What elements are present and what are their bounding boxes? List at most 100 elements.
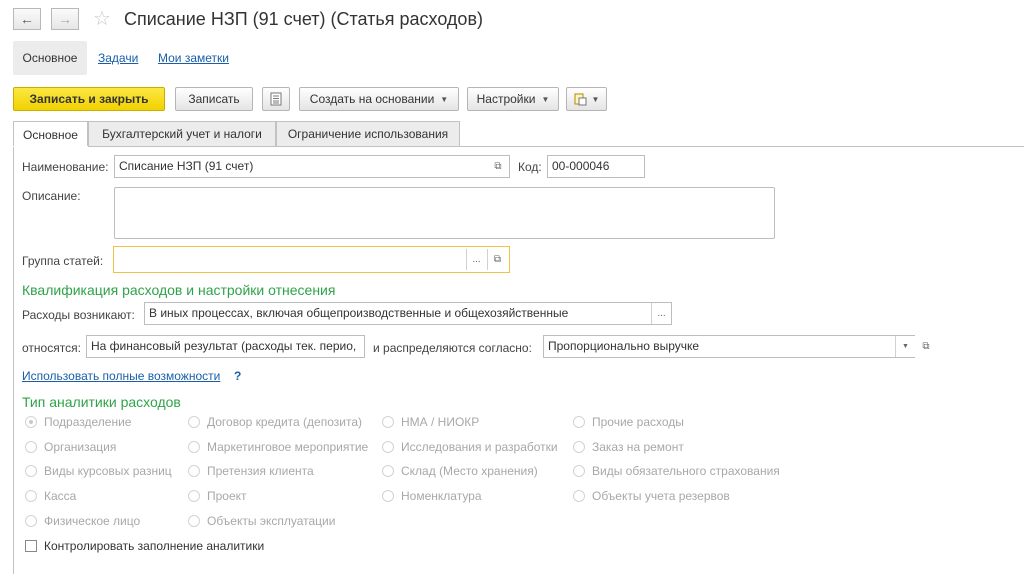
description-field[interactable]	[114, 187, 775, 239]
relate-field[interactable]: На финансовый результат (расходы тек. пе…	[86, 335, 365, 358]
tab-accounting-taxes-label: Бухгалтерский учет и налоги	[102, 127, 262, 141]
distribute-label: и распределяются согласно:	[373, 341, 532, 355]
group-field[interactable]	[113, 246, 510, 273]
distribute-open-button[interactable]: ⧉	[917, 337, 935, 355]
page-title: Списание НЗП (91 счет) (Статья расходов)	[124, 9, 483, 29]
save-label: Записать	[188, 92, 240, 106]
analytics-radio-label: Объекты учета резервов	[592, 489, 730, 503]
group-label: Группа статей:	[22, 254, 104, 268]
analytics-radio-label: Подразделение	[44, 415, 132, 429]
top-tab-main-label: Основное	[22, 51, 78, 65]
analytics-radio-label: Прочие расходы	[592, 415, 684, 429]
analytics-title: Тип аналитики расходов	[22, 394, 181, 410]
analytics-radio[interactable]	[188, 515, 200, 527]
attach-button[interactable]: ▼	[566, 87, 607, 111]
top-tab-tasks[interactable]: Задачи	[98, 51, 138, 65]
analytics-radio[interactable]	[573, 490, 585, 502]
create-based-label: Создать на основании	[309, 92, 435, 106]
caret-down-icon: ▼	[902, 343, 909, 350]
star-icon[interactable]: ☆	[93, 7, 111, 31]
analytics-radio[interactable]	[573, 416, 585, 428]
control-checkbox[interactable]	[25, 540, 37, 552]
analytics-radio[interactable]	[188, 465, 200, 477]
tab-main-label: Основное	[23, 127, 78, 142]
tab-accounting-taxes[interactable]: Бухгалтерский учет и налоги	[88, 121, 276, 146]
distribute-dropdown-button[interactable]: ▼	[895, 336, 915, 357]
analytics-radio-label: Исследования и разработки	[401, 440, 558, 454]
code-label: Код:	[518, 160, 542, 174]
tab-usage-restriction[interactable]: Ограничение использования	[276, 121, 460, 146]
report-icon	[270, 92, 282, 106]
analytics-radio-label: Физическое лицо	[44, 514, 141, 528]
arise-choose-button[interactable]: ...	[651, 303, 671, 324]
top-tab-main[interactable]: Основное	[13, 41, 87, 75]
name-open-button[interactable]: ⧉	[488, 156, 508, 177]
qualification-title: Квалификация расходов и настройки отнесе…	[22, 282, 336, 298]
analytics-radio[interactable]	[188, 441, 200, 453]
analytics-radio-label: Касса	[44, 489, 77, 503]
name-label: Наименование:	[22, 160, 109, 174]
analytics-radio-label: Номенклатура	[401, 489, 482, 503]
description-label: Описание:	[22, 189, 81, 203]
create-based-button[interactable]: Создать на основании ▼	[299, 87, 459, 111]
analytics-radio[interactable]	[25, 465, 37, 477]
analytics-radio[interactable]	[382, 465, 394, 477]
forward-button[interactable]: →	[51, 8, 79, 30]
save-and-close-label: Записать и закрыть	[29, 92, 149, 106]
analytics-radio[interactable]	[25, 441, 37, 453]
group-choose-button[interactable]: ...	[466, 249, 486, 270]
analytics-radio[interactable]	[188, 416, 200, 428]
analytics-radio[interactable]	[25, 515, 37, 527]
full-features-link[interactable]: Использовать полные возможности	[22, 369, 220, 383]
active-tab-gap	[13, 146, 88, 147]
settings-button[interactable]: Настройки ▼	[467, 87, 559, 111]
analytics-radio-label: Виды обязательного страхования	[592, 464, 780, 478]
relate-value: На финансовый результат (расходы тек. пе…	[91, 339, 357, 353]
report-button[interactable]	[262, 87, 290, 111]
arise-value: В иных процессах, включая общепроизводст…	[149, 306, 569, 320]
tab-usage-restriction-label: Ограничение использования	[287, 127, 449, 141]
back-button[interactable]: ←	[13, 8, 41, 30]
analytics-radio[interactable]	[25, 490, 37, 502]
top-tab-notes[interactable]: Мои заметки	[158, 51, 229, 65]
caret-down-icon: ▼	[541, 94, 550, 104]
document-attach-icon	[574, 93, 587, 106]
caret-down-icon: ▼	[591, 94, 600, 104]
analytics-radio[interactable]	[382, 416, 394, 428]
arise-label: Расходы возникают:	[22, 308, 135, 322]
arrow-right-icon: →	[58, 11, 72, 27]
name-field[interactable]: Списание НЗП (91 счет)	[114, 155, 510, 178]
choose-icon: ...	[657, 308, 666, 319]
open-window-icon: ⧉	[494, 161, 502, 172]
analytics-radio[interactable]	[573, 465, 585, 477]
tab-divider	[13, 146, 1024, 147]
analytics-radio[interactable]	[25, 416, 37, 428]
distribute-field[interactable]: Пропорционально выручке	[543, 335, 915, 358]
tab-main[interactable]: Основное	[13, 121, 88, 147]
analytics-radio-label: Виды курсовых разниц	[44, 464, 172, 478]
control-label[interactable]: Контролировать заполнение аналитики	[44, 539, 264, 553]
help-icon[interactable]: ?	[234, 369, 241, 383]
code-value: 00-000046	[552, 159, 610, 173]
analytics-radio-label: Проект	[207, 489, 247, 503]
save-and-close-button[interactable]: Записать и закрыть	[13, 87, 165, 111]
arise-field[interactable]: В иных процессах, включая общепроизводст…	[144, 302, 672, 325]
analytics-radio-label: НМА / НИОКР	[401, 415, 480, 429]
relate-label: относятся:	[22, 341, 81, 355]
code-field[interactable]: 00-000046	[547, 155, 645, 178]
analytics-radio-label: Склад (Место хранения)	[401, 464, 538, 478]
analytics-radio[interactable]	[188, 490, 200, 502]
caret-down-icon: ▼	[440, 94, 449, 104]
analytics-radio-label: Организация	[44, 440, 117, 454]
open-window-icon: ⧉	[922, 340, 930, 352]
save-button[interactable]: Записать	[175, 87, 253, 111]
panel-border	[13, 146, 14, 574]
analytics-radio[interactable]	[573, 441, 585, 453]
group-open-button[interactable]: ⧉	[487, 249, 507, 270]
analytics-radio[interactable]	[382, 490, 394, 502]
analytics-radio[interactable]	[382, 441, 394, 453]
settings-label: Настройки	[476, 92, 536, 106]
name-value: Списание НЗП (91 счет)	[119, 159, 254, 173]
open-window-icon: ⧉	[493, 254, 502, 265]
analytics-radio-label: Претензия клиента	[207, 464, 314, 478]
